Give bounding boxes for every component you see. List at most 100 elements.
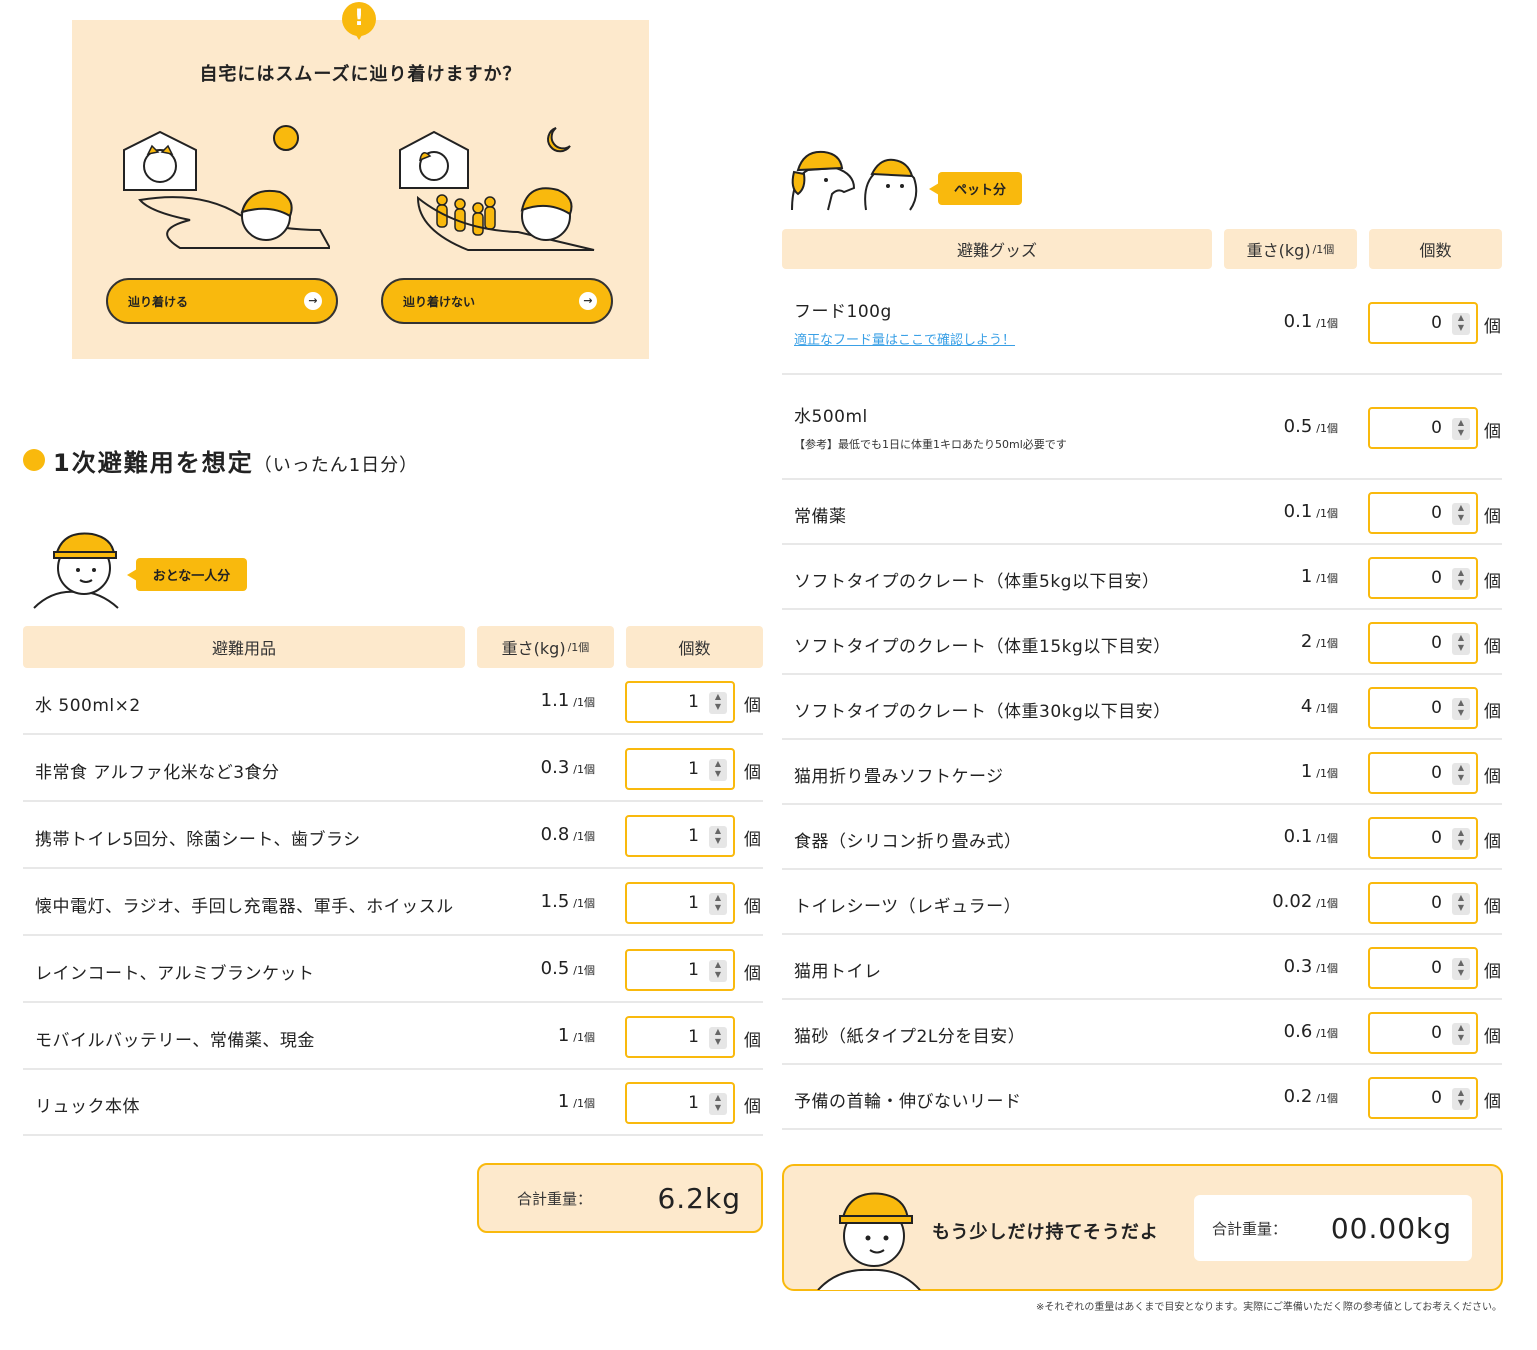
pet-qty-value: 0 — [1431, 502, 1442, 523]
stepper-arrows-icon[interactable]: ▲ ▼ — [709, 959, 727, 982]
stepper-arrows-icon[interactable]: ▲ ▼ — [709, 892, 727, 915]
pet-item-name: 水500ml — [794, 406, 868, 427]
pet-table-row: 食器（シリコン折り畳み式） 0.1/1個 0 ▲ ▼ 個 — [782, 805, 1502, 870]
pet-item-weight: 0.2/1個 — [1284, 1086, 1338, 1107]
pet-qty-input[interactable]: 0 ▲ ▼ — [1368, 491, 1478, 534]
food-amount-link[interactable]: 適正なフード量はここで確認しよう！ — [794, 329, 1015, 348]
adult-header-weight-label: 重さ(kg) — [501, 639, 566, 658]
pet-table-row: 猫用トイレ 0.3/1個 0 ▲ ▼ 個 — [782, 935, 1502, 1000]
pet-qty-input[interactable]: 0 ▲ ▼ — [1368, 751, 1478, 794]
adult-qty-unit: 個 — [744, 1030, 761, 1051]
pet-qty-unit: 個 — [1484, 961, 1501, 982]
pet-table-row: フード100g 適正なフード量はここで確認しよう！ 0.1/1個 0 ▲ ▼ 個 — [782, 270, 1502, 375]
pet-qty-input[interactable]: 0 ▲ ▼ — [1368, 881, 1478, 924]
adult-header-qty: 個数 — [626, 626, 763, 668]
stepper-arrows-icon[interactable]: ▲ ▼ — [1452, 1087, 1470, 1110]
adult-qty-input[interactable]: 1 ▲ ▼ — [625, 1015, 735, 1058]
adult-qty-input[interactable]: 1 ▲ ▼ — [625, 1082, 735, 1124]
pet-weight-value: 0.1 — [1283, 310, 1313, 332]
adult-qty-value: 1 — [688, 758, 699, 779]
adult-item-name: モバイルバッテリー、常備薬、現金 — [35, 1030, 315, 1051]
unreachable-button-label: 辿り着けない — [403, 294, 476, 309]
pet-qty-value: 0 — [1431, 567, 1442, 588]
pet-qty-input[interactable]: 0 ▲ ▼ — [1368, 556, 1478, 599]
pet-weight-per: /1個 — [1316, 766, 1338, 780]
stepper-arrows-icon[interactable]: ▲ ▼ — [1452, 567, 1470, 590]
stepper-arrows-icon[interactable]: ▲ ▼ — [1452, 1022, 1470, 1045]
pet-item-weight: 0.02/1個 — [1272, 891, 1338, 912]
adult-weight-per: /1個 — [573, 963, 595, 977]
pet-item-name: 猫用トイレ — [794, 961, 882, 982]
adult-qty-input[interactable]: 1 ▲ ▼ — [625, 948, 735, 991]
pet-item-name: 予備の首輪・伸びないリード — [794, 1091, 1022, 1112]
pet-item-weight: 0.1/1個 — [1284, 501, 1338, 522]
pet-qty-input[interactable]: 0 ▲ ▼ — [1368, 946, 1478, 989]
pet-qty-input[interactable]: 0 ▲ ▼ — [1368, 621, 1478, 664]
stepper-arrows-icon[interactable]: ▲ ▼ — [709, 1093, 727, 1115]
pet-item-weight: 0.6/1個 — [1284, 1021, 1338, 1042]
adult-weight-value: 0.8 — [540, 823, 570, 845]
adult-header-weight: 重さ(kg)/1個 — [477, 626, 614, 668]
pet-qty-unit: 個 — [1484, 316, 1501, 337]
adult-item-weight: 1/1個 — [558, 1091, 595, 1112]
stepper-arrows-icon[interactable]: ▲ ▼ — [1452, 697, 1470, 720]
stepper-arrows-icon[interactable]: ▲ ▼ — [1452, 502, 1470, 525]
person-avatar-icon — [817, 1192, 921, 1290]
reachable-button[interactable]: 辿り着ける → — [106, 278, 338, 324]
adult-qty-input[interactable]: 1 ▲ ▼ — [625, 747, 735, 790]
stepper-arrows-icon[interactable]: ▲ ▼ — [709, 825, 727, 848]
stepper-arrows-icon[interactable]: ▲ ▼ — [1452, 827, 1470, 850]
pet-qty-input[interactable]: 0 ▲ ▼ — [1368, 301, 1478, 344]
adult-qty-input[interactable]: 1 ▲ ▼ — [625, 814, 735, 857]
adult-item-name: 水 500ml×2 — [35, 695, 141, 716]
pet-weight-value: 0.2 — [1283, 1085, 1313, 1107]
pet-header-weight-label: 重さ(kg) — [1246, 241, 1311, 260]
water-note: 【参考】最低でも1日に体重1キロあたり50ml必要です — [794, 437, 1067, 451]
pet-qty-unit: 個 — [1484, 1091, 1501, 1112]
unreachable-button[interactable]: 辿り着けない → — [381, 278, 613, 324]
adult-qty-unit: 個 — [744, 829, 761, 850]
pet-qty-input[interactable]: 0 ▲ ▼ — [1368, 1076, 1478, 1119]
reachable-button-label: 辿り着ける — [128, 294, 189, 309]
pet-qty-input[interactable]: 0 ▲ ▼ — [1368, 816, 1478, 859]
pet-qty-value: 0 — [1431, 1087, 1442, 1108]
pet-weight-value: 0.3 — [1283, 955, 1313, 977]
pet-weight-value: 0.02 — [1272, 890, 1313, 912]
stepper-arrows-icon[interactable]: ▲ ▼ — [1452, 762, 1470, 785]
stepper-arrows-icon[interactable]: ▲ ▼ — [709, 1026, 727, 1049]
pet-qty-input[interactable]: 0 ▲ ▼ — [1368, 686, 1478, 729]
adult-avatar-icon — [33, 532, 119, 609]
stepper-arrows-icon[interactable]: ▲ ▼ — [1452, 312, 1470, 335]
stepper-arrows-icon[interactable]: ▲ ▼ — [1452, 892, 1470, 915]
adult-qty-input[interactable]: 1 ▲ ▼ — [625, 680, 735, 723]
pet-table-row: 猫用折り畳みソフトケージ 1/1個 0 ▲ ▼ 個 — [782, 740, 1502, 805]
adult-qty-unit: 個 — [744, 896, 761, 917]
adult-qty-input[interactable]: 1 ▲ ▼ — [625, 881, 735, 924]
stepper-arrows-icon[interactable]: ▲ ▼ — [709, 691, 727, 714]
pet-message: もう少しだけ持てそうだよ — [932, 1222, 1159, 1243]
adult-weight-per: /1個 — [573, 1030, 595, 1044]
stepper-arrows-icon[interactable]: ▲ ▼ — [709, 758, 727, 781]
pet-qty-value: 0 — [1431, 892, 1442, 913]
stepper-arrows-icon[interactable]: ▲ ▼ — [1452, 417, 1470, 440]
adult-total-value: 6.2kg — [657, 1181, 741, 1215]
adult-weight-value: 0.5 — [540, 957, 570, 979]
pet-table-row: ソフトタイプのクレート（体重30kg以下目安） 4/1個 0 ▲ ▼ 個 — [782, 675, 1502, 740]
stepper-arrows-icon[interactable]: ▲ ▼ — [1452, 957, 1470, 980]
pet-qty-input[interactable]: 0 ▲ ▼ — [1368, 406, 1478, 449]
pet-qty-value: 0 — [1431, 827, 1442, 848]
pet-qty-unit: 個 — [1484, 896, 1501, 917]
pet-header-item: 避難グッズ — [782, 229, 1212, 269]
footnote: ※それぞれの重量はあくまで目安となります。実際にご準備いただく際の参考値としてお… — [1036, 1302, 1502, 1313]
adult-table-row: 懐中電灯、ラジオ、手回し充電器、軍手、ホイッスル 1.5/1個 1 ▲ ▼ 個 — [23, 869, 763, 936]
pet-qty-input[interactable]: 0 ▲ ▼ — [1368, 1011, 1478, 1054]
pet-header-weight-unit: /1個 — [1312, 243, 1335, 256]
adult-table-row: リュック本体 1/1個 1 ▲ ▼ 個 — [23, 1070, 763, 1136]
pet-qty-value: 0 — [1431, 632, 1442, 653]
pet-item-name: フード100g — [794, 301, 892, 322]
pet-weight-per: /1個 — [1316, 506, 1338, 520]
pet-qty-value: 0 — [1431, 1022, 1442, 1043]
adult-item-weight: 0.8/1個 — [541, 824, 595, 845]
stepper-arrows-icon[interactable]: ▲ ▼ — [1452, 632, 1470, 655]
pet-weight-per: /1個 — [1316, 896, 1338, 910]
